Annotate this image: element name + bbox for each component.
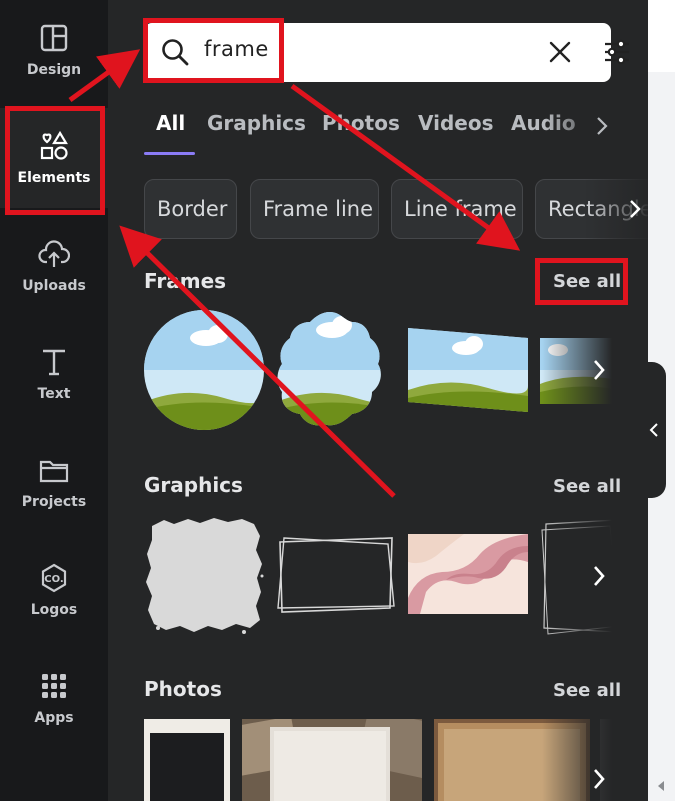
sidebar-item-uploads[interactable]: Uploads	[0, 216, 108, 316]
pink-wave-thumb[interactable]	[408, 516, 528, 636]
frame-skewed-rect-thumb[interactable]	[408, 310, 528, 430]
folder-icon	[39, 460, 69, 483]
chevron-right-icon[interactable]	[592, 358, 606, 382]
clear-icon[interactable]	[548, 40, 572, 64]
chip-line-frame[interactable]: Line frame	[391, 179, 523, 239]
see-all-graphics-button[interactable]: See all	[553, 476, 621, 497]
sketch-frame-thumb[interactable]	[276, 516, 396, 636]
collapse-panel-button[interactable]	[641, 362, 666, 498]
sidebar-item-elements[interactable]: Elements	[0, 108, 108, 208]
search-icon	[162, 39, 189, 66]
chip-border[interactable]: Border	[144, 179, 237, 239]
frame-scalloped-thumb[interactable]	[276, 310, 384, 430]
section-title-photos: Photos	[144, 677, 222, 701]
sidebar-item-label: Apps	[34, 710, 74, 726]
sidebar-item-label: Uploads	[22, 278, 86, 294]
tab-bar: All Graphics Photos Videos Audio	[144, 108, 648, 158]
sidebar-item-label: Logos	[30, 602, 78, 618]
chevron-left-icon	[649, 423, 658, 437]
chevron-right-icon[interactable]	[592, 564, 606, 588]
sidebar-item-projects[interactable]: Projects	[0, 432, 108, 532]
sidebar-item-label: Elements	[17, 170, 91, 186]
tab-all[interactable]: All	[156, 111, 185, 135]
chevron-right-icon[interactable]	[628, 199, 642, 219]
sidebar-item-logos[interactable]: CO. Logos	[0, 540, 108, 640]
tab-graphics[interactable]: Graphics	[207, 111, 306, 135]
elements-panel: frame All Graphics Photos Videos Audio B…	[108, 0, 648, 801]
chevron-right-icon[interactable]	[594, 116, 610, 136]
cloud-upload-icon	[38, 240, 70, 267]
section-title-frames: Frames	[144, 269, 227, 293]
photo-frame-thumb-2[interactable]	[242, 719, 422, 801]
section-title-graphics: Graphics	[144, 473, 243, 497]
graphics-row	[144, 516, 612, 636]
scroll-left-icon[interactable]	[656, 780, 666, 792]
chevron-right-icon[interactable]	[592, 767, 606, 791]
tab-photos[interactable]: Photos	[322, 111, 400, 135]
frame-circle-thumb[interactable]	[144, 310, 264, 430]
sidebar-item-design[interactable]: Design	[0, 0, 108, 100]
sidebar-item-label: Text	[37, 386, 71, 402]
sidebar-item-apps[interactable]: Apps	[0, 648, 108, 748]
sidebar-item-label: Projects	[21, 494, 87, 510]
photos-row	[144, 719, 612, 801]
text-t-icon	[43, 349, 65, 376]
shapes-icon	[40, 130, 68, 160]
sidebar-item-label: Design	[26, 62, 82, 78]
svg-text:CO.: CO.	[44, 574, 63, 585]
see-all-frames-button[interactable]: See all	[553, 271, 621, 292]
grunge-frame-thumb[interactable]	[144, 516, 264, 636]
photo-frame-thumb-1[interactable]	[144, 719, 230, 801]
sidebar-item-text[interactable]: Text	[0, 324, 108, 424]
suggestion-chips: Border Frame line Line frame Rectangle	[144, 179, 648, 239]
canvas-area-top	[648, 0, 675, 72]
search-value[interactable]: frame	[204, 37, 269, 61]
tab-active-indicator	[144, 152, 195, 155]
see-all-photos-button[interactable]: See all	[553, 680, 621, 701]
sidebar-rail: Design Elements Uploads Text Projects CO…	[0, 0, 108, 801]
filter-sliders-icon[interactable]	[602, 37, 632, 67]
frames-row	[144, 310, 612, 430]
grid-dots-icon	[42, 674, 66, 698]
chip-frame-line[interactable]: Frame line	[250, 179, 379, 239]
tab-videos[interactable]: Videos	[418, 111, 494, 135]
search-input[interactable]: frame	[144, 23, 629, 82]
layout-icon	[40, 24, 68, 52]
co-logo-icon: CO.	[41, 563, 67, 593]
